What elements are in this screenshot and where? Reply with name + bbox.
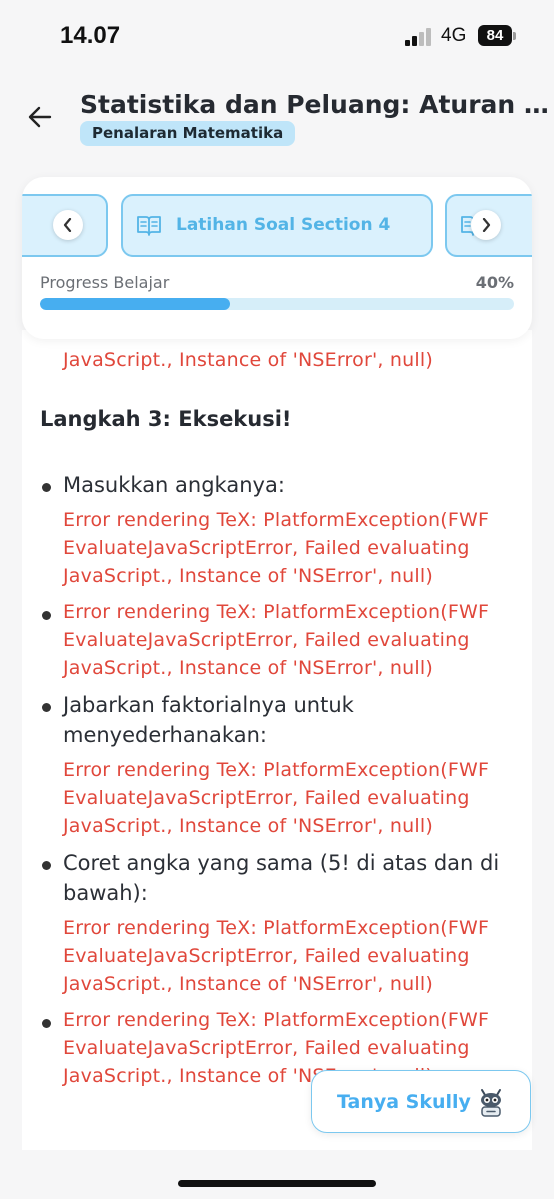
book-icon	[137, 216, 161, 236]
network-type: 4G	[441, 25, 467, 46]
page-title: Statistika dan Peluang: Aturan Pen...	[80, 90, 550, 119]
chevron-left-icon	[63, 218, 72, 232]
list-item: Coret angka yang sama (5! di atas dan di…	[40, 848, 520, 998]
progress-value: 40%	[475, 273, 514, 292]
list-item: Masukkan angkanya: Error rendering TeX: …	[40, 470, 520, 590]
lesson-content: JavaScript., Instance of 'NSError', null…	[22, 330, 532, 1150]
list-item: Error rendering TeX: PlatformException(F…	[40, 598, 520, 682]
battery-tip	[513, 32, 516, 40]
tex-error-message: Error rendering TeX: PlatformException(F…	[63, 509, 490, 587]
bullet-text: Jabarkan faktorialnya untuk menyederhana…	[63, 693, 354, 747]
next-section-button[interactable]	[471, 210, 501, 240]
tanya-skully-button[interactable]: Tanya Skully	[311, 1070, 531, 1133]
progress-bar-fill	[40, 298, 230, 310]
list-item: Jabarkan faktorialnya untuk menyederhana…	[40, 690, 520, 840]
status-time: 14.07	[60, 22, 121, 49]
chevron-right-icon	[482, 218, 491, 232]
battery-icon: 84	[478, 25, 512, 46]
tex-error-message: Error rendering TeX: PlatformException(F…	[63, 759, 490, 837]
skully-robot-icon	[481, 1089, 501, 1117]
subject-badge: Penalaran Matematika	[80, 121, 296, 146]
tanya-skully-label: Tanya Skully	[337, 1091, 471, 1113]
progress-label: Progress Belajar	[40, 273, 170, 292]
progress-bar	[40, 298, 514, 310]
section-progress-card: Latihan Soal Section 4 Progress Belajar …	[22, 177, 532, 339]
step-bullet-list: Masukkan angkanya: Error rendering TeX: …	[40, 470, 520, 1098]
bullet-text: Masukkan angkanya:	[63, 473, 285, 497]
tex-error-message: Error rendering TeX: PlatformException(F…	[63, 601, 490, 679]
section-chip-current[interactable]: Latihan Soal Section 4	[121, 194, 433, 257]
step-title: Langkah 3: Eksekusi!	[40, 407, 292, 431]
tex-error-message: Error rendering TeX: PlatformException(F…	[63, 917, 490, 995]
tex-error-message: JavaScript., Instance of 'NSError', null…	[63, 349, 433, 371]
back-arrow-icon[interactable]	[26, 103, 54, 131]
section-chip-label: Latihan Soal Section 4	[176, 215, 391, 235]
home-indicator	[178, 1180, 376, 1187]
previous-section-button[interactable]	[53, 210, 83, 240]
status-bar: 14.07 4G 84	[0, 0, 554, 72]
signal-icon	[405, 28, 435, 46]
bullet-text: Coret angka yang sama (5! di atas dan di…	[63, 851, 500, 905]
